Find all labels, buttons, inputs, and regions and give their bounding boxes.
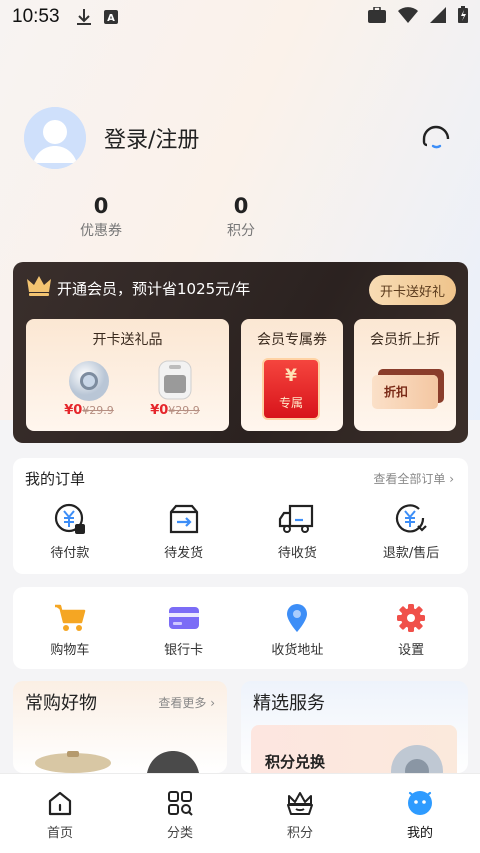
order-status-row: 待付款 待发货 待收货 退款/售后	[13, 502, 468, 561]
vip-open-button[interactable]: 开卡送好礼	[369, 275, 456, 305]
signal-icon	[430, 6, 446, 28]
vip-headline-row: 开通会员，预计省1025元/年	[27, 276, 250, 300]
home-icon	[48, 791, 72, 816]
vip-headline: 开通会员，预计省1025元/年	[57, 279, 251, 298]
login-register-link[interactable]: 登录/注册	[104, 122, 199, 154]
points-stat[interactable]: 0 积分	[191, 194, 291, 240]
gear-icon	[397, 604, 426, 632]
tool-bank-card[interactable]: 银行卡	[127, 603, 241, 658]
crown-basket-icon	[287, 792, 313, 815]
coupon-stat[interactable]: 0 优惠券	[51, 194, 151, 240]
discount-ticket-icon: 折扣	[372, 375, 438, 409]
keyboard-a-icon: A	[103, 10, 118, 24]
smart-speaker-icon	[391, 745, 443, 773]
coupon-label: 优惠券	[80, 223, 122, 239]
tools-card: 购物车 银行卡 收货地址 设置	[13, 587, 468, 669]
chair-product-image	[147, 751, 199, 773]
tools-row: 购物车 银行卡 收货地址 设置	[13, 603, 468, 658]
mine-icon	[408, 791, 432, 815]
vip-discount-card[interactable]: 会员折上折 折扣	[354, 319, 456, 431]
selected-services-title: 精选服务	[253, 693, 325, 714]
view-all-orders-link[interactable]: 查看全部订单 ›	[373, 470, 454, 487]
order-pending-payment[interactable]: 待付款	[13, 502, 127, 561]
points-count: 0	[233, 194, 249, 218]
points-exchange-label: 积分兑换	[265, 753, 326, 771]
smart-speaker-icon	[69, 361, 109, 401]
briefcase-icon	[368, 5, 386, 28]
location-icon	[287, 604, 308, 632]
gift-price: ¥0¥29.9	[150, 403, 200, 418]
tab-points[interactable]: 积分	[240, 774, 360, 853]
headset-icon	[422, 125, 450, 149]
vip-gift-title: 开卡送礼品	[92, 332, 163, 348]
chevron-right-icon: ›	[210, 696, 215, 710]
frequent-goods-title: 常购好物	[25, 693, 97, 714]
tab-category[interactable]: 分类	[120, 774, 240, 853]
tool-address[interactable]: 收货地址	[241, 603, 355, 658]
pending-payment-icon	[54, 503, 85, 534]
profile-header: 登录/注册	[24, 106, 456, 170]
gift-item-airfryer[interactable]: ¥0¥29.9	[140, 359, 210, 429]
exclusive-coupon-icon: ¥ 专属	[262, 358, 320, 420]
vip-coupon-title: 会员专属券	[257, 332, 327, 348]
my-orders-card: 我的订单 查看全部订单 › 待付款 待发货 待收货 退款/售后	[13, 458, 468, 574]
vip-discount-title: 会员折上折	[370, 332, 440, 348]
vip-banner[interactable]: 开通会员，预计省1025元/年 开卡送好礼 开卡送礼品 ¥0¥29.9 ¥0¥2…	[13, 262, 468, 443]
status-time: 10:53	[12, 6, 60, 27]
cart-icon	[54, 604, 86, 631]
avatar[interactable]	[24, 107, 86, 169]
coupon-count: 0	[93, 194, 109, 218]
delivery-truck-icon	[279, 504, 314, 533]
vip-gift-card[interactable]: 开卡送礼品 ¥0¥29.9 ¥0¥29.9	[26, 319, 229, 431]
recommend-section: 常购好物 查看更多 › 精选服务 积分兑换	[13, 681, 468, 773]
category-icon	[168, 791, 193, 816]
crown-icon	[27, 276, 51, 300]
tab-home[interactable]: 首页	[0, 774, 120, 853]
pot-product-image	[35, 751, 111, 773]
status-bar: 10:53 A	[0, 0, 480, 34]
order-pending-shipment[interactable]: 待发货	[127, 502, 241, 561]
gift-item-speaker[interactable]: ¥0¥29.9	[54, 359, 124, 429]
bank-card-icon	[168, 607, 199, 629]
tool-cart[interactable]: 购物车	[13, 603, 127, 658]
vip-coupon-card[interactable]: 会员专属券 ¥ 专属	[241, 319, 343, 431]
points-exchange-banner[interactable]: 积分兑换	[251, 725, 457, 773]
points-label: 积分	[227, 223, 255, 239]
svg-text:A: A	[107, 13, 115, 24]
download-icon	[76, 8, 92, 26]
order-refund[interactable]: 退款/售后	[354, 502, 468, 561]
frequent-goods-card[interactable]: 常购好物 查看更多 ›	[13, 681, 227, 773]
battery-icon	[458, 6, 468, 28]
bottom-tab-bar: 首页 分类 积分 我的	[0, 773, 480, 853]
air-fryer-icon	[158, 360, 192, 400]
orders-title: 我的订单	[25, 470, 86, 488]
selected-services-card[interactable]: 精选服务 积分兑换	[241, 681, 468, 773]
view-more-link[interactable]: 查看更多 ›	[158, 694, 215, 711]
chevron-right-icon: ›	[449, 472, 454, 486]
order-pending-receipt[interactable]: 待收货	[241, 502, 355, 561]
tab-mine[interactable]: 我的	[360, 774, 480, 853]
refund-icon	[396, 504, 427, 533]
pending-shipment-icon	[169, 504, 198, 534]
wifi-icon	[398, 6, 418, 28]
customer-service-button[interactable]	[416, 118, 456, 158]
gift-price: ¥0¥29.9	[64, 403, 114, 418]
tool-settings[interactable]: 设置	[354, 603, 468, 658]
